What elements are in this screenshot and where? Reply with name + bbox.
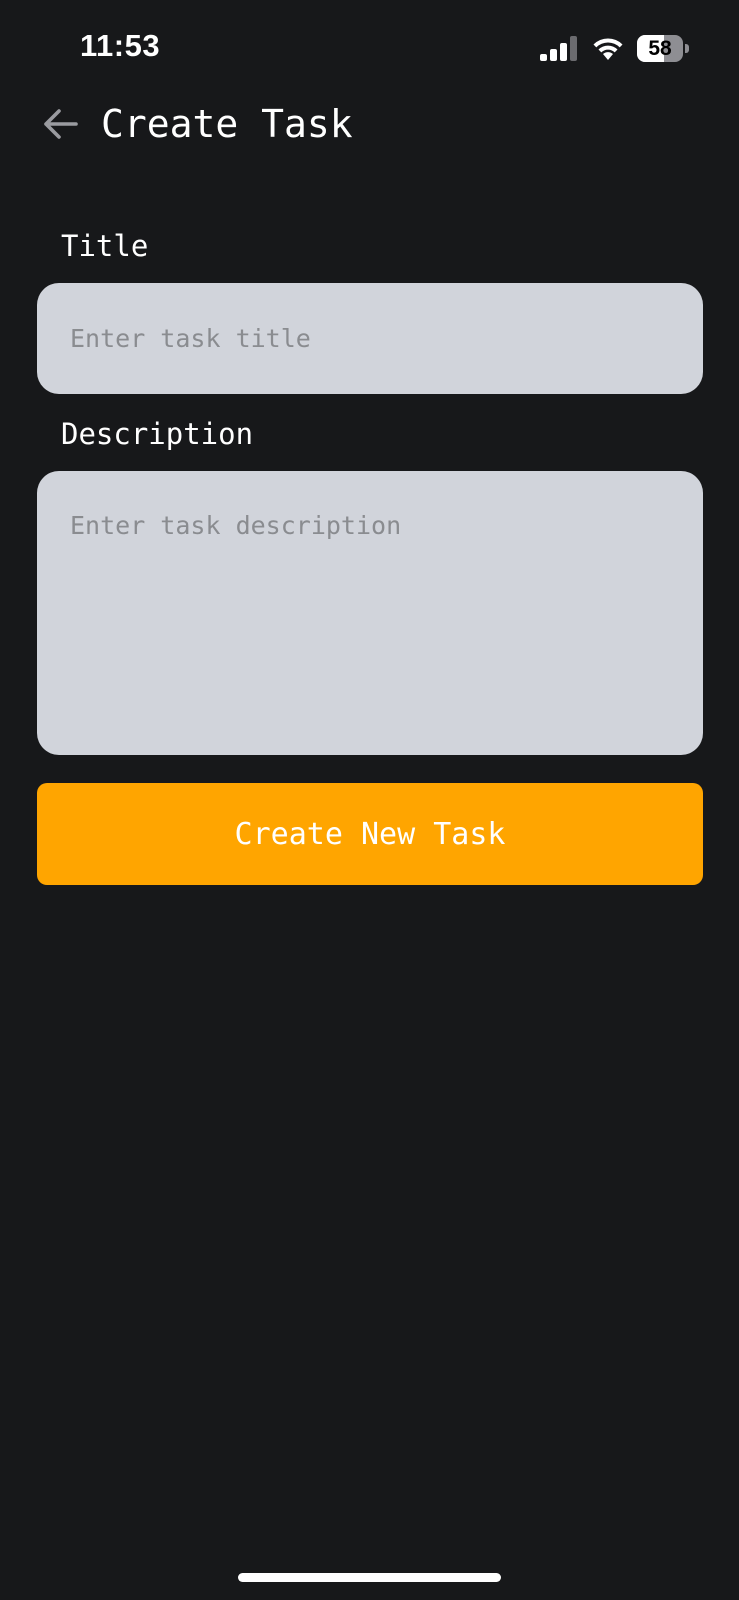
create-task-button[interactable]: Create New Task [37,783,703,885]
cellular-signal-icon [540,36,577,61]
arrow-left-icon [44,109,78,139]
page-title: Create Task [101,102,353,146]
header: Create Task [0,92,739,156]
description-input[interactable] [37,471,703,755]
home-indicator [238,1573,501,1582]
battery-icon: 58 [637,35,689,62]
status-bar: 11:53 58 [0,0,739,100]
title-input[interactable] [37,283,703,394]
battery-body: 58 [637,35,683,62]
status-time: 11:53 [80,28,161,63]
wifi-icon [593,38,623,60]
back-button[interactable] [34,98,86,150]
description-label: Description [61,417,254,451]
battery-cap [685,44,689,53]
battery-percent: 58 [648,37,672,60]
title-label: Title [61,229,149,263]
